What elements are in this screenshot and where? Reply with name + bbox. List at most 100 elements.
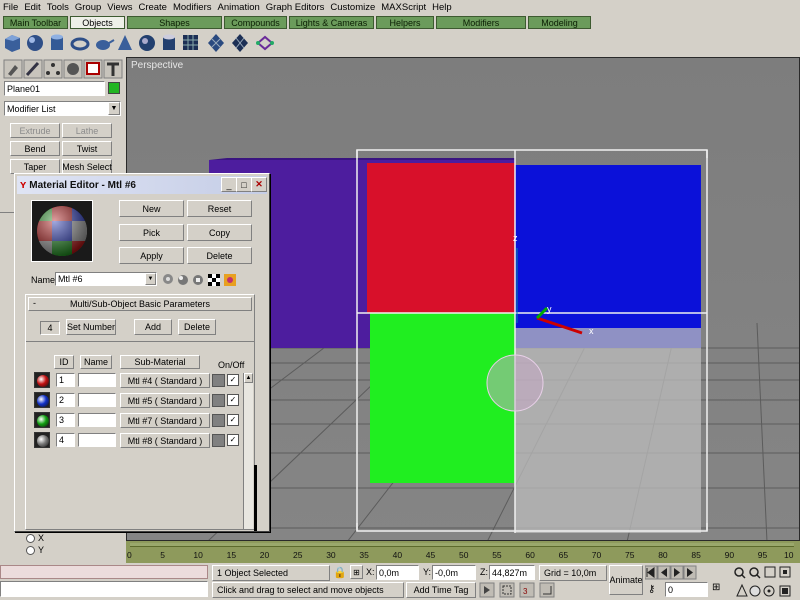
- material-count-field[interactable]: 4: [40, 321, 60, 335]
- hierarchy-icon[interactable]: [43, 59, 63, 79]
- teapot-icon[interactable]: [96, 39, 115, 50]
- link-icon[interactable]: [256, 35, 274, 51]
- modifier-list-dropdown[interactable]: Modifier List ▼: [4, 101, 121, 116]
- sort-by-submaterial-button[interactable]: Sub-Material: [120, 355, 200, 369]
- menu-views[interactable]: Views: [107, 2, 132, 13]
- submaterial-color-swatch[interactable]: [212, 434, 225, 447]
- submaterial-sample[interactable]: [34, 432, 50, 448]
- geosphere-icon[interactable]: [139, 35, 155, 51]
- axis-y-radio[interactable]: Y: [26, 545, 44, 555]
- delete-submaterial-button[interactable]: Delete: [178, 319, 216, 335]
- current-frame-input[interactable]: 0: [665, 582, 708, 597]
- submaterial-scrollbar[interactable]: ▲: [243, 373, 253, 529]
- submaterial-on-checkbox[interactable]: ✓: [227, 434, 239, 446]
- submaterial-button[interactable]: Mtl #5 ( Standard ): [120, 393, 210, 408]
- torus-icon[interactable]: [70, 37, 90, 51]
- crossing-icon[interactable]: [499, 582, 515, 598]
- menu-modifiers[interactable]: Modifiers: [173, 2, 212, 13]
- tab-modeling[interactable]: Modeling: [528, 16, 591, 29]
- key-icon[interactable]: ⚷: [648, 584, 655, 595]
- menu-animation[interactable]: Animation: [218, 2, 260, 13]
- snap-icon[interactable]: 3: [519, 582, 535, 598]
- submaterial-name-input[interactable]: [78, 413, 116, 427]
- menu-graph-editors[interactable]: Graph Editors: [266, 2, 325, 13]
- menu-help[interactable]: Help: [432, 2, 452, 13]
- set-number-button[interactable]: Set Number: [66, 319, 116, 335]
- submaterial-color-swatch[interactable]: [212, 414, 225, 427]
- modifier-twist-button[interactable]: Twist: [62, 141, 112, 156]
- tab-main-toolbar[interactable]: Main Toolbar: [3, 16, 68, 29]
- sort-by-id-button[interactable]: ID: [54, 355, 74, 369]
- submaterial-name-input[interactable]: [78, 433, 116, 447]
- plane-icon[interactable]: [208, 34, 224, 52]
- submaterial-button[interactable]: Mtl #8 ( Standard ): [120, 433, 210, 448]
- minimize-button[interactable]: _: [221, 177, 237, 192]
- zoom-icon[interactable]: [734, 567, 746, 579]
- apply-button[interactable]: Apply: [119, 247, 184, 264]
- submaterial-sample[interactable]: [34, 392, 50, 408]
- submaterial-button[interactable]: Mtl #4 ( Standard ): [120, 373, 210, 388]
- field-of-view-icon[interactable]: [736, 583, 748, 597]
- pick-button[interactable]: Pick: [119, 224, 184, 241]
- submaterial-on-checkbox[interactable]: ✓: [227, 414, 239, 426]
- create-icon[interactable]: [3, 59, 23, 79]
- object-name-input[interactable]: Plane01: [4, 81, 105, 96]
- submaterial-sample[interactable]: [34, 372, 50, 388]
- submaterial-on-checkbox[interactable]: ✓: [227, 374, 239, 386]
- go-to-start-icon[interactable]: [645, 565, 658, 580]
- menu-file[interactable]: File: [3, 2, 18, 13]
- add-time-tag-button[interactable]: Add Time Tag: [406, 582, 476, 598]
- cone-icon[interactable]: [118, 35, 132, 50]
- maximize-viewport-icon[interactable]: [779, 585, 791, 597]
- submaterial-id-input[interactable]: 3: [56, 413, 75, 427]
- new-button[interactable]: New: [119, 200, 184, 217]
- scroll-up-icon[interactable]: ▲: [244, 373, 253, 383]
- x-coordinate-input[interactable]: 0,0m: [376, 565, 419, 580]
- add-button[interactable]: Add: [134, 319, 172, 335]
- submaterial-color-swatch[interactable]: [212, 374, 225, 387]
- utilities-icon[interactable]: [103, 59, 123, 79]
- maxscript-listener[interactable]: [0, 565, 208, 579]
- next-frame-icon[interactable]: [683, 565, 697, 580]
- orbit-icon[interactable]: [763, 585, 775, 597]
- tab-objects[interactable]: Objects: [70, 16, 125, 29]
- sphere-icon[interactable]: [27, 35, 43, 51]
- modifier-extrude-button[interactable]: Extrude: [10, 123, 60, 138]
- modifier-lathe-button[interactable]: Lathe: [62, 123, 112, 138]
- submaterial-name-input[interactable]: [78, 393, 116, 407]
- submaterial-id-input[interactable]: 2: [56, 393, 75, 407]
- menu-edit[interactable]: Edit: [24, 2, 40, 13]
- time-config-icon[interactable]: ⊞: [712, 582, 720, 593]
- chevron-down-icon[interactable]: ▼: [145, 273, 156, 285]
- y-coordinate-input[interactable]: -0,0m: [432, 565, 476, 580]
- copy-button[interactable]: Copy: [187, 224, 252, 241]
- chevron-down-icon[interactable]: ▼: [108, 102, 120, 115]
- submaterial-name-input[interactable]: [78, 373, 116, 387]
- menu-group[interactable]: Group: [75, 2, 101, 13]
- menu-create[interactable]: Create: [138, 2, 167, 13]
- submaterial-id-input[interactable]: 4: [56, 433, 75, 447]
- menu-tools[interactable]: Tools: [47, 2, 69, 13]
- submaterial-sample[interactable]: [34, 412, 50, 428]
- reset-button[interactable]: Reset: [187, 200, 252, 217]
- grid-icon[interactable]: [183, 35, 198, 50]
- modify-icon[interactable]: [23, 59, 43, 79]
- timeline[interactable]: 0 5 10 15 20 25 30 35 40 45 50 55 60 65 70 75 80 85 90 95 10: [126, 541, 800, 563]
- pan-icon[interactable]: [749, 585, 761, 597]
- lock-icon[interactable]: 🔒: [333, 566, 347, 579]
- submaterial-color-swatch[interactable]: [212, 394, 225, 407]
- object-color-swatch[interactable]: [108, 82, 120, 94]
- material-effects-icon[interactable]: [224, 274, 236, 286]
- tab-shapes[interactable]: Shapes: [127, 16, 222, 29]
- animate-button[interactable]: Animate: [609, 565, 643, 595]
- tab-compounds[interactable]: Compounds: [224, 16, 287, 29]
- zoom-all-icon[interactable]: [749, 567, 761, 579]
- rollout-header[interactable]: - Multi/Sub-Object Basic Parameters: [28, 297, 252, 311]
- axis-x-radio[interactable]: X: [26, 533, 44, 543]
- zoom-extents-icon[interactable]: [764, 566, 776, 578]
- get-material-icon[interactable]: [163, 274, 173, 284]
- angle-snap-icon[interactable]: [539, 582, 555, 598]
- maximize-button[interactable]: □: [236, 177, 252, 192]
- submaterial-id-input[interactable]: 1: [56, 373, 75, 387]
- selection-filter-icon[interactable]: [479, 582, 495, 598]
